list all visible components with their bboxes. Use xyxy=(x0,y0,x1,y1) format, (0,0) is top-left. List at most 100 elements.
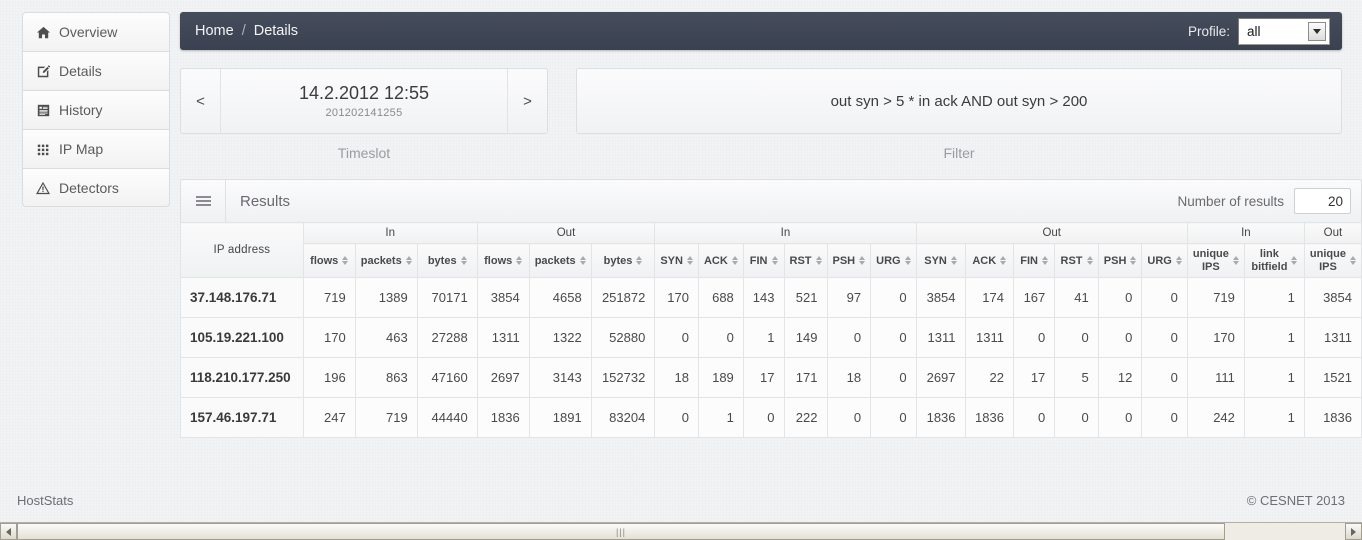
column-header-in-flows[interactable]: flows xyxy=(302,242,356,279)
sort-arrows-icon[interactable] xyxy=(460,256,467,266)
sidebar-item-ip-map[interactable]: IP Map xyxy=(22,129,170,168)
breadcrumb-home[interactable]: Home xyxy=(195,23,234,39)
column-header-in-rst[interactable]: RST xyxy=(783,242,828,279)
hamburger-icon[interactable] xyxy=(181,180,226,222)
sort-arrows-icon[interactable] xyxy=(1291,256,1298,266)
horizontal-scrollbar[interactable]: ||| xyxy=(0,522,1362,540)
column-header-out-psh[interactable]: PSH xyxy=(1097,242,1143,279)
sort-arrows-icon[interactable] xyxy=(686,256,693,266)
number-of-results-input[interactable] xyxy=(1294,188,1351,214)
results-table-body: 37.148.176.71 719 1389 70171 3854 4658 251872 1… xyxy=(180,277,1362,439)
cell-out-flows: 1836 xyxy=(476,397,530,439)
table-column-header-row: flows packets bytes flows packets bytes SYN ACK… xyxy=(181,242,1362,279)
cell-out-flows: 3854 xyxy=(476,277,530,319)
column-header-in-packets[interactable]: packets xyxy=(354,242,418,279)
scrollbar-track[interactable]: ||| xyxy=(17,523,1345,540)
cell-in-bytes: 27288 xyxy=(416,317,478,359)
sort-arrows-icon[interactable] xyxy=(516,256,523,266)
filter-box[interactable]: out syn > 5 * in ack AND out syn > 200 xyxy=(576,68,1342,134)
cell-out-ack: 1311 xyxy=(964,317,1014,359)
profile-select[interactable]: all xyxy=(1238,17,1330,45)
sort-arrows-icon[interactable] xyxy=(950,256,957,266)
profile-label: Profile: xyxy=(1187,23,1230,39)
table-row[interactable]: 105.19.221.100 170 463 27288 1311 1322 52880 0 0… xyxy=(180,317,1362,359)
timeslot-prev-button[interactable]: < xyxy=(181,69,221,133)
cell-out-urg: 0 xyxy=(1141,277,1188,319)
scroll-right-arrow-icon[interactable] xyxy=(1345,523,1362,540)
column-header-in-urg[interactable]: URG xyxy=(870,242,917,279)
timeslot-next-button[interactable]: > xyxy=(507,69,547,133)
cell-ip-address: 105.19.221.100 xyxy=(180,317,304,359)
column-header-out-fin[interactable]: FIN xyxy=(1012,242,1056,279)
column-header-in-link[interactable]: link bitfield xyxy=(1243,242,1305,279)
column-group-header: In xyxy=(654,222,917,244)
column-header-out-uips[interactable]: unique IPS xyxy=(1303,242,1362,279)
table-row[interactable]: 118.210.177.250 196 863 47160 2697 3143 152732… xyxy=(180,357,1362,399)
table-row[interactable]: 157.46.197.71 247 719 44440 1836 1891 83204 0 1 0… xyxy=(180,397,1362,439)
sort-arrows-icon[interactable] xyxy=(859,256,866,266)
cell-out-rst: 41 xyxy=(1054,277,1099,319)
sort-arrows-icon[interactable] xyxy=(636,256,643,266)
cell-out-fin: 0 xyxy=(1012,317,1056,359)
cell-in-link: 1 xyxy=(1243,317,1305,359)
sort-arrows-icon[interactable] xyxy=(1232,256,1239,266)
results-table-viewport[interactable]: IP address In Out In Out In Out flows packets by… xyxy=(180,222,1362,439)
sidebar-item-details[interactable]: Details xyxy=(22,51,170,90)
breadcrumb-current[interactable]: Details xyxy=(254,23,298,39)
column-header-in-syn[interactable]: SYN xyxy=(654,242,699,279)
cell-out-fin: 17 xyxy=(1012,357,1056,399)
sort-arrows-icon[interactable] xyxy=(1130,256,1137,266)
column-header-out-ack[interactable]: ACK xyxy=(964,242,1014,279)
footer-app-name: HostStats xyxy=(17,492,74,508)
sort-arrows-icon[interactable] xyxy=(342,256,349,266)
column-group-header: Out xyxy=(1303,222,1362,244)
results-card: Results Number of results IP addressInOu… xyxy=(180,179,1362,439)
sort-arrows-icon[interactable] xyxy=(904,256,911,266)
cell-out-rst: 5 xyxy=(1054,357,1099,399)
sort-arrows-icon[interactable] xyxy=(1349,256,1356,266)
cell-in-fin: 143 xyxy=(742,277,785,319)
column-header-out-rst[interactable]: RST xyxy=(1054,242,1099,279)
sidebar-item-history[interactable]: History xyxy=(22,90,170,129)
column-header-in-uips[interactable]: unique IPS xyxy=(1186,242,1245,279)
sort-arrows-icon[interactable] xyxy=(1175,256,1182,266)
chevron-down-icon[interactable] xyxy=(1308,21,1326,41)
column-header-out-urg[interactable]: URG xyxy=(1141,242,1188,279)
column-header-in-fin[interactable]: FIN xyxy=(742,242,785,279)
scrollbar-thumb[interactable]: ||| xyxy=(17,523,1225,540)
scroll-left-arrow-icon[interactable] xyxy=(0,523,17,540)
column-header-out-packets[interactable]: packets xyxy=(528,242,592,279)
cell-in-rst: 149 xyxy=(783,317,828,359)
sort-arrows-icon[interactable] xyxy=(1086,256,1093,266)
cell-in-packets: 463 xyxy=(354,317,418,359)
column-header-label: ACK xyxy=(972,254,997,267)
column-header-in-psh[interactable]: PSH xyxy=(826,242,872,279)
timeslot-panel: < 14.2.2012 12:55 201202141255 > Timeslo… xyxy=(180,68,548,161)
sort-arrows-icon[interactable] xyxy=(405,256,412,266)
sort-arrows-icon[interactable] xyxy=(771,256,778,266)
cell-in-uips: 170 xyxy=(1186,317,1245,359)
cell-out-packets: 1891 xyxy=(528,397,592,439)
cell-in-fin: 17 xyxy=(742,357,785,399)
column-group-header: Out xyxy=(915,222,1188,244)
column-header-label: packets xyxy=(360,254,402,267)
table-row[interactable]: 37.148.176.71 719 1389 70171 3854 4658 251872 1… xyxy=(180,277,1362,319)
sidebar-item-detectors[interactable]: Detectors xyxy=(22,168,170,207)
cell-out-ack: 22 xyxy=(964,357,1014,399)
sort-arrows-icon[interactable] xyxy=(1000,256,1007,266)
column-header-in-bytes[interactable]: bytes xyxy=(416,242,478,279)
sort-arrows-icon[interactable] xyxy=(731,256,738,266)
cell-out-psh: 0 xyxy=(1097,397,1143,439)
sort-arrows-icon[interactable] xyxy=(579,256,586,266)
sort-arrows-icon[interactable] xyxy=(1041,256,1048,266)
cell-out-uips: 1836 xyxy=(1303,397,1362,439)
sidebar-item-overview[interactable]: Overview xyxy=(22,12,170,51)
home-icon xyxy=(33,26,53,39)
column-header-out-flows[interactable]: flows xyxy=(476,242,530,279)
column-header-out-bytes[interactable]: bytes xyxy=(590,242,656,279)
cell-ip-address: 157.46.197.71 xyxy=(180,397,304,439)
column-header-in-ack[interactable]: ACK xyxy=(697,242,744,279)
sort-arrows-icon[interactable] xyxy=(815,256,822,266)
timeslot-value[interactable]: 14.2.2012 12:55 201202141255 xyxy=(221,69,507,133)
column-header-out-syn[interactable]: SYN xyxy=(915,242,966,279)
